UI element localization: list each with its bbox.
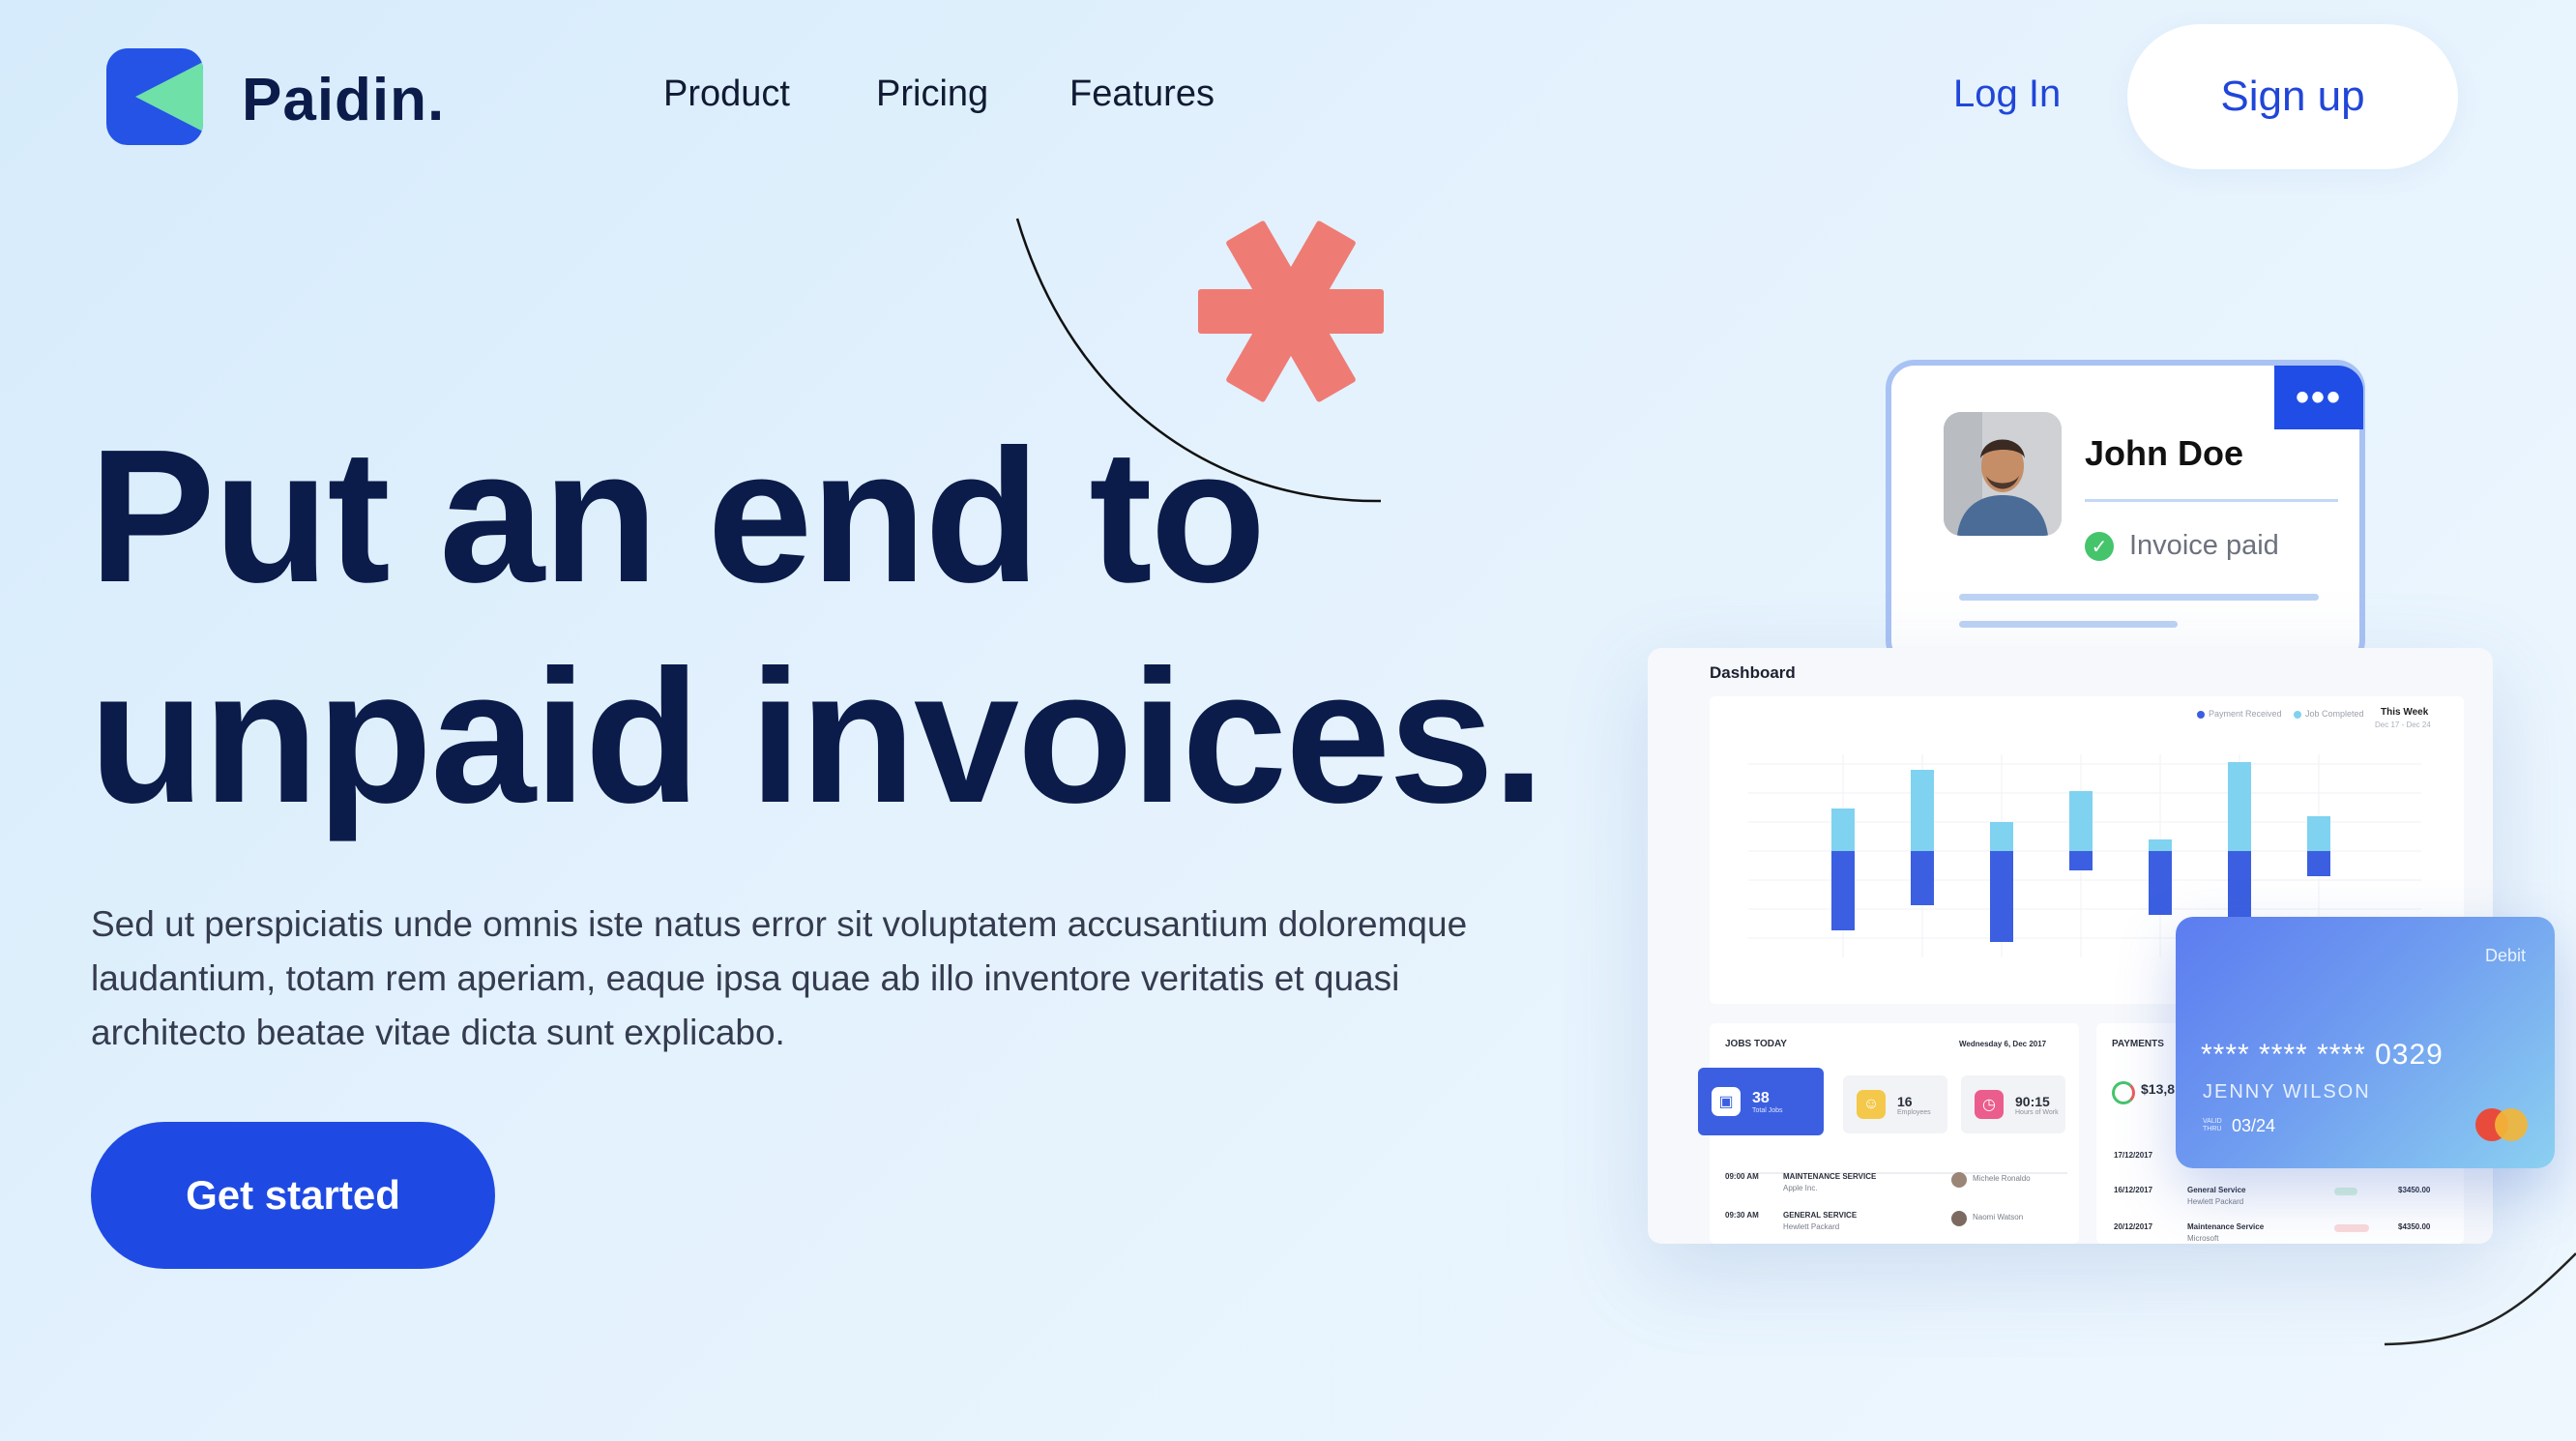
employees-icon: ☺ <box>1857 1090 1886 1119</box>
logo-icon[interactable] <box>106 48 203 145</box>
divider <box>2085 499 2338 502</box>
stat-employees[interactable]: ☺ 16 Employees <box>1843 1075 1947 1133</box>
job-row-client: Hewlett Packard <box>1783 1222 1840 1231</box>
briefcase-icon: ▣ <box>1712 1087 1741 1116</box>
job-row-service: GENERAL SERVICE <box>1783 1211 1858 1220</box>
legend-label: Job Completed <box>2305 709 2364 719</box>
payment-row-date: 16/12/2017 <box>2114 1186 2153 1194</box>
status-badge <box>2334 1188 2357 1195</box>
placeholder-line <box>1959 621 2178 628</box>
hero-title: Put an end to unpaid invoices. <box>89 406 1545 847</box>
payment-row-client: Hewlett Packard <box>2187 1197 2244 1206</box>
job-row-employee: Naomi Watson <box>1973 1213 2024 1221</box>
legend-payment-received: Payment Received <box>2197 709 2282 719</box>
card-valid-label: VALID THRU <box>2203 1118 2222 1132</box>
payment-row-client: Microsoft <box>2187 1234 2219 1243</box>
payments-title: PAYMENTS <box>2112 1039 2164 1049</box>
nav-pricing-link[interactable]: Pricing <box>876 74 988 115</box>
job-row-service: MAINTENANCE SERVICE <box>1783 1172 1877 1181</box>
stat-value: 90:15 <box>2015 1093 2050 1109</box>
dashboard-title: Dashboard <box>1710 663 1796 682</box>
stat-label: Hours of Work <box>2015 1108 2059 1116</box>
week-range: Dec 17 - Dec 24 <box>2375 720 2431 729</box>
payment-row-date: 20/12/2017 <box>2114 1222 2153 1231</box>
invoice-client-name: John Doe <box>2085 433 2244 473</box>
payment-row-amount: $4350.00 <box>2398 1222 2431 1231</box>
card-expiry: 03/24 <box>2232 1116 2276 1135</box>
brand-name[interactable]: Paidin. <box>242 66 445 134</box>
jobs-today-title: JOBS TODAY <box>1725 1039 1787 1049</box>
avatar <box>1951 1172 1967 1188</box>
job-row-time: 09:00 AM <box>1725 1172 1759 1181</box>
clock-icon: ◷ <box>1975 1090 2004 1119</box>
status-badge <box>2334 1224 2369 1232</box>
stat-value: 16 <box>1897 1093 1913 1109</box>
hero-title-line-1: Put an end to <box>89 410 1266 622</box>
placeholder-line <box>1959 594 2319 601</box>
mastercard-icon <box>2495 1108 2528 1141</box>
card-holder: JENNY WILSON <box>2203 1081 2371 1103</box>
hero-title-line-2: unpaid invoices. <box>89 631 1545 842</box>
avatar <box>1951 1211 1967 1226</box>
stat-hours[interactable]: ◷ 90:15 Hours of Work <box>1961 1075 2065 1133</box>
stat-label: Employees <box>1897 1108 1931 1116</box>
job-row-employee: Michele Ronaldo <box>1973 1174 2031 1183</box>
legend-job-completed: Job Completed <box>2294 709 2364 719</box>
more-options-icon[interactable]: ••• <box>2274 366 2363 429</box>
payment-row-service: Maintenance Service <box>2187 1222 2265 1231</box>
invoice-status: Invoice paid <box>2129 530 2279 561</box>
stat-total-jobs[interactable]: ▣ 38 Total Jobs <box>1698 1068 1824 1135</box>
legend-dot <box>2294 710 2301 719</box>
stat-value: 38 <box>1752 1089 1770 1106</box>
payments-amount: $13,8 <box>2141 1081 2176 1097</box>
asterisk-icon <box>1198 221 1384 402</box>
legend-label: Payment Received <box>2209 709 2282 719</box>
card-number: **** **** **** 0329 <box>2201 1039 2444 1071</box>
get-started-button[interactable]: Get started <box>91 1122 495 1269</box>
progress-ring-icon <box>2112 1081 2135 1104</box>
payment-row-date: 17/12/2017 <box>2114 1151 2153 1160</box>
nav-features-link[interactable]: Features <box>1069 74 1215 115</box>
signup-button[interactable]: Sign up <box>2127 24 2458 169</box>
stat-label: Total Jobs <box>1752 1106 1783 1114</box>
card-type: Debit <box>2485 946 2527 965</box>
jobs-date: Wednesday 6, Dec 2017 <box>1959 1040 2047 1048</box>
login-link[interactable]: Log In <box>1953 73 2061 116</box>
payment-row-service: General Service <box>2187 1186 2246 1194</box>
week-selector[interactable]: This Week <box>2381 707 2428 718</box>
decorative-arc-bottom <box>2384 1252 2576 1346</box>
nav-product-link[interactable]: Product <box>663 74 790 115</box>
job-row-time: 09:30 AM <box>1725 1211 1759 1220</box>
legend-dot <box>2197 710 2205 719</box>
payment-row-amount: $3450.00 <box>2398 1186 2431 1194</box>
avatar <box>1944 412 2062 536</box>
check-icon: ✓ <box>2085 532 2114 561</box>
hero-description: Sed ut perspiciatis unde omnis iste natu… <box>91 904 1468 1052</box>
job-row-client: Apple Inc. <box>1783 1184 1818 1192</box>
